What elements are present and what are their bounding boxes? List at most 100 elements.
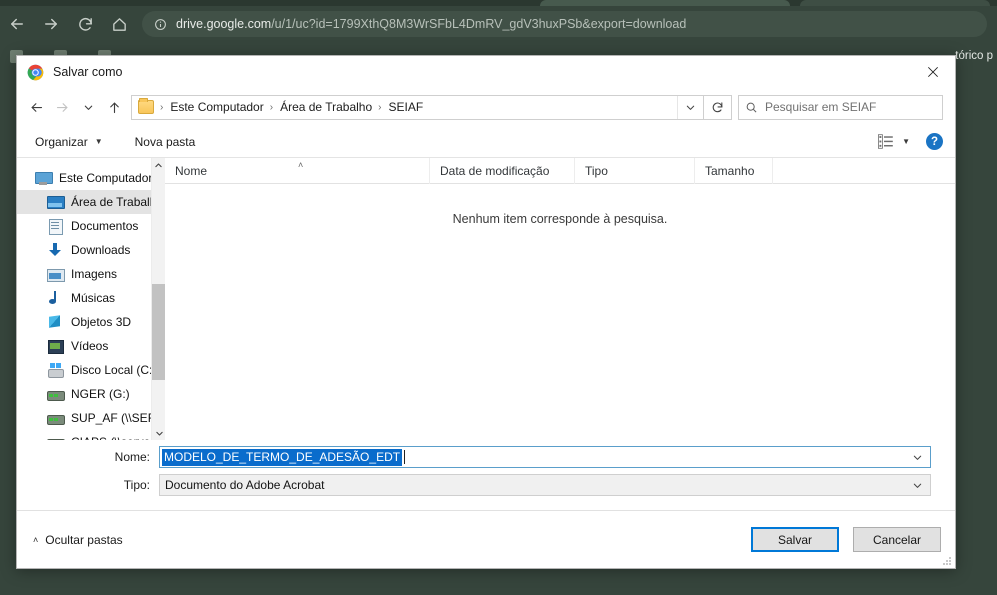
nav-item-m-sicas[interactable]: Músicas [17,286,165,310]
nav-item-label: CIAPS (\\servera [71,435,161,440]
nav-item-documentos[interactable]: Documentos [17,214,165,238]
column-header-tamanho[interactable]: Tamanho [695,157,773,184]
save-as-dialog: Salvar como › Este Computador › Área de … [16,55,956,569]
documents-icon [47,218,63,235]
nav-item-label: Objetos 3D [71,315,132,329]
breadcrumb-item-este-computador[interactable]: Este Computador [168,100,265,114]
nav-item-label: Disco Local (C:) [71,363,157,377]
nav-item-este-computador[interactable]: Este Computador [17,166,165,190]
address-bar-text: drive.google.com/u/1/uc?id=1799XthQ8M3Wr… [176,17,687,31]
chevron-down-icon[interactable] [152,426,165,440]
bookmark-label: tórico p [955,50,993,62]
column-header-data-de-modificacao[interactable]: Data de modificação [430,157,575,184]
music-icon [47,290,63,306]
filename-input[interactable]: MODELO_DE_TERMO_DE_ADESÃO_EDT [159,446,931,468]
3d-objects-icon [47,314,63,330]
refresh-icon[interactable] [704,94,732,120]
file-list-header: Nome Data de modificação Tipo Tamanho ˄ [165,157,955,184]
save-button[interactable]: Salvar [751,527,839,552]
nav-item-label: Imagens [71,267,118,281]
nav-item-label: NGER (G:) [71,387,130,401]
navigation-pane: Este Computador Área de Trabalho Documento… [17,158,165,440]
scrollbar-thumb[interactable] [152,284,165,380]
organizar-label: Organizar [35,134,88,149]
recent-locations-icon[interactable] [75,94,101,120]
chevron-up-icon: ˄ [33,534,39,545]
dialog-button-bar: ˄ Ocultar pastas Salvar Cancelar [17,510,955,568]
dialog-title: Salvar como [53,65,123,79]
forward-arrow-icon[interactable] [34,7,68,41]
network-drive-icon [47,410,65,426]
bookmarks-bar-overflow[interactable]: tórico p [955,42,997,70]
filename-value: MODELO_DE_TERMO_DE_ADESÃO_EDT [162,448,403,466]
empty-list-message: Nenhum item corresponde à pesquisa. [452,212,668,226]
resize-grip-icon[interactable] [942,556,952,566]
search-placeholder: Pesquisar em SEIAF [765,100,877,114]
name-row: Nome: MODELO_DE_TERMO_DE_ADESÃO_EDT [41,446,931,468]
desktop-icon [47,194,65,210]
nav-item-label: Este Computador [59,171,153,185]
navigation-scrollbar[interactable] [151,158,165,440]
home-icon[interactable] [102,7,136,41]
pictures-icon [47,266,65,282]
breadcrumb-item-area-de-trabalho[interactable]: Área de Trabalho [278,100,374,114]
chevron-down-icon: ▼ [94,137,103,146]
breadcrumb-item-seiaf[interactable]: SEIAF [386,100,425,114]
file-list-pane: Nome Data de modificação Tipo Tamanho ˄ … [165,157,955,440]
chevron-down-icon[interactable] [904,475,930,495]
nav-item-nger-g[interactable]: NGER (G:) [17,382,165,406]
reload-icon[interactable] [68,7,102,41]
back-arrow-icon[interactable] [23,94,49,120]
chrome-logo-icon [27,64,44,80]
nav-item-sup-af-serve[interactable]: SUP_AF (\\SERVE [17,406,165,430]
nova-pasta-button[interactable]: Nova pasta [135,135,196,149]
nav-item-imagens[interactable]: Imagens [17,262,165,286]
hide-folders-label: Ocultar pastas [45,532,123,547]
nav-item-disco-local-c[interactable]: Disco Local (C:) [17,358,165,382]
action-buttons: Salvar Cancelar [751,527,941,552]
chevron-down-icon: ▼ [902,137,910,146]
nova-pasta-label: Nova pasta [134,134,196,149]
sort-indicator: ˄ [298,160,304,170]
breadcrumb-separator: › [269,101,274,113]
nav-item-ciaps-servera[interactable]: CIAPS (\\servera [17,430,165,440]
filetype-select[interactable]: Documento do Adobe Acrobat [159,474,931,496]
help-icon[interactable]: ? [926,133,943,150]
cancel-button[interactable]: Cancelar [853,527,941,552]
nav-item-v-deos[interactable]: Vídeos [17,334,165,358]
address-bar[interactable]: drive.google.com/u/1/uc?id=1799XthQ8M3Wr… [142,11,987,37]
type-label: Tipo: [123,478,150,492]
hide-folders-button[interactable]: ˄ Ocultar pastas [33,533,123,547]
nav-item-objetos-3d[interactable]: Objetos 3D [17,310,165,334]
dialog-toolbar: Organizar ▼ Nova pasta ▼ ? [17,126,955,158]
browser-toolbar: drive.google.com/u/1/uc?id=1799XthQ8M3Wr… [0,6,997,42]
videos-icon [47,338,64,354]
address-row: › Este Computador › Área de Trabalho › S… [17,88,955,126]
folder-icon [138,98,154,114]
breadcrumb[interactable]: › Este Computador › Área de Trabalho › S… [131,94,704,120]
site-info-icon[interactable] [154,18,167,31]
dialog-title-bar: Salvar como [17,56,955,88]
name-label: Nome: [114,450,150,464]
back-arrow-icon[interactable] [0,7,34,41]
search-input[interactable]: Pesquisar em SEIAF [738,94,943,120]
type-row: Tipo: Documento do Adobe Acrobat [41,474,931,496]
nav-item-downloads[interactable]: Downloads [17,238,165,262]
chevron-down-icon[interactable] [677,95,703,119]
nav-item-label: Documentos [71,219,139,233]
nav-item-label: Vídeos [71,339,109,353]
up-arrow-icon[interactable] [101,94,127,120]
breadcrumb-separator: › [378,101,382,113]
close-icon[interactable] [910,57,955,88]
view-mode-button[interactable]: ▼ [878,134,910,149]
computer-icon [35,170,53,186]
network-drive-icon [47,386,65,402]
text-caret [404,450,406,464]
chevron-up-icon[interactable] [152,158,165,172]
column-header-tipo[interactable]: Tipo [575,157,695,184]
organizar-button[interactable]: Organizar ▼ [35,135,103,149]
chevron-down-icon[interactable] [904,447,930,467]
forward-arrow-icon [49,94,75,120]
toolbar-right-group: ▼ ? [878,133,943,150]
nav-item-rea-de-trabalho[interactable]: Área de Trabalho [17,190,165,214]
